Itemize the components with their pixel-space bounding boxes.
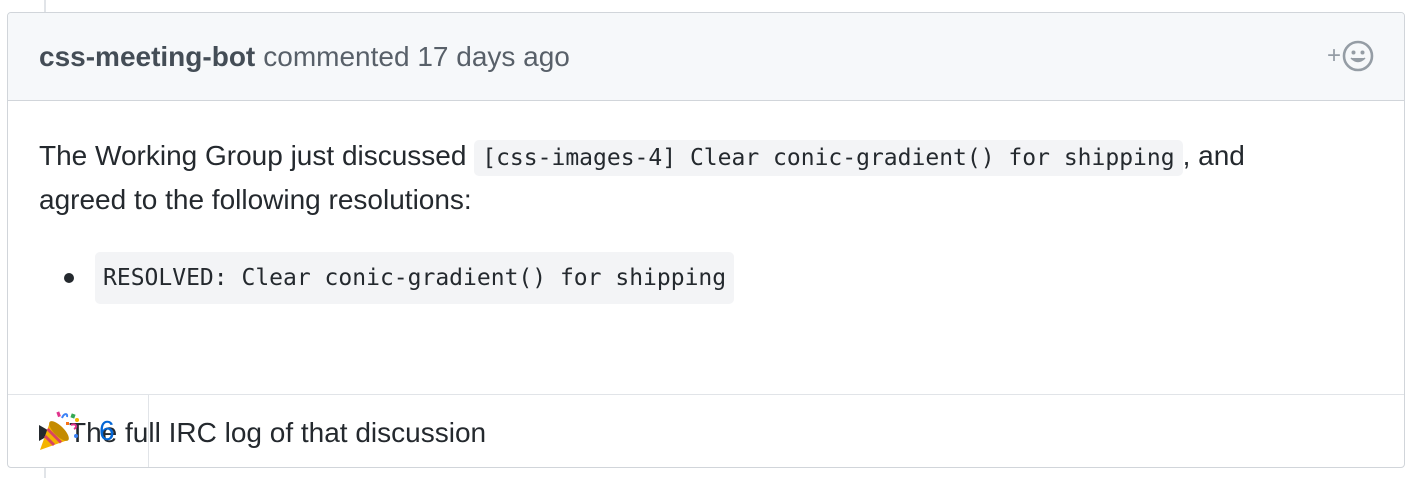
intro-text-after: , and: [1182, 140, 1245, 171]
bullet-icon: [64, 273, 74, 283]
reaction-hooray-button[interactable]: 6: [8, 395, 149, 467]
list-item: RESOLVED: Clear conic-gradient() for shi…: [39, 252, 735, 304]
timeline-connector-bottom: [44, 468, 46, 478]
author-link[interactable]: css-meeting-bot: [39, 41, 255, 73]
reaction-count: 6: [99, 415, 115, 446]
comment-header: css-meeting-bot commented 17 days ago +: [8, 13, 1404, 101]
smiley-icon: [1342, 40, 1374, 72]
comment-timestamp[interactable]: commented 17 days ago: [263, 41, 570, 73]
party-popper-icon: [40, 411, 79, 450]
intro-text: The Working Group just discussed: [39, 140, 475, 171]
intro-text-line2: agreed to the following resolutions:: [39, 184, 472, 215]
add-reaction-button[interactable]: +: [1327, 40, 1374, 72]
comment-card: css-meeting-bot commented 17 days ago + …: [7, 12, 1405, 468]
plus-icon: +: [1326, 42, 1341, 69]
issue-title-code: [css-images-4] Clear conic-gradient() fo…: [474, 140, 1183, 176]
intro-paragraph: The Working Group just discussed [css-im…: [39, 135, 1339, 221]
resolution-code: RESOLVED: Clear conic-gradient() for shi…: [95, 252, 735, 304]
resolution-list: RESOLVED: Clear conic-gradient() for shi…: [39, 252, 735, 304]
reactions-bar: 6: [8, 394, 1404, 467]
